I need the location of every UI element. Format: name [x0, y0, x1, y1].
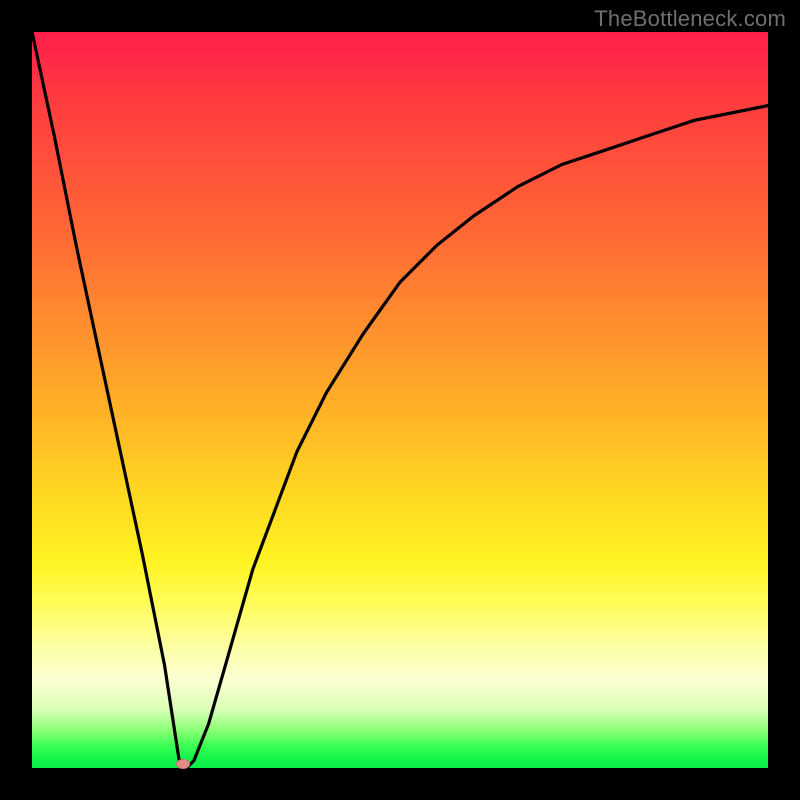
curve-path: [32, 32, 768, 768]
chart-frame: TheBottleneck.com: [0, 0, 800, 800]
bottleneck-curve: [32, 32, 768, 768]
watermark: TheBottleneck.com: [594, 6, 786, 32]
plot-area: [32, 32, 768, 768]
